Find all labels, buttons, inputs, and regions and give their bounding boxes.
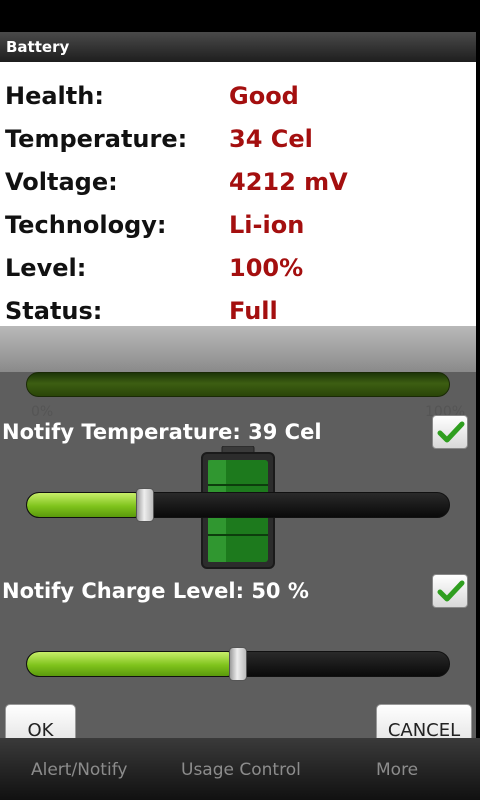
check-mark-icon [437, 580, 465, 602]
tab-alert-notify[interactable]: Alert/Notify [31, 760, 127, 780]
info-row-level: Level: 100% [0, 254, 476, 294]
tab-more[interactable]: More [376, 760, 418, 780]
level-value: 100% [229, 254, 304, 282]
notify-charge-label: Notify Charge Level: 50 % [2, 579, 309, 603]
temperature-value: 34 Cel [229, 125, 313, 153]
screen-edge [476, 32, 480, 800]
info-row-health: Health: Good [0, 82, 476, 122]
battery-info-panel: Health: Good Temperature: 34 Cel Voltage… [0, 62, 476, 326]
info-row-voltage: Voltage: 4212 mV [0, 168, 476, 208]
temperature-slider-track[interactable] [26, 492, 450, 518]
health-value: Good [229, 82, 299, 110]
level-label: Level: [5, 254, 87, 282]
temperature-slider-thumb[interactable] [135, 488, 154, 522]
technology-value: Li-ion [229, 211, 305, 239]
temperature-slider-fill [27, 493, 146, 517]
info-row-technology: Technology: Li-ion [0, 211, 476, 251]
dialog-title: Battery [0, 32, 476, 62]
temperature-label: Temperature: [5, 125, 188, 153]
charge-slider-thumb[interactable] [229, 647, 247, 681]
notify-temperature-label: Notify Temperature: 39 Cel [2, 420, 322, 444]
battery-level-bar [26, 372, 450, 397]
charge-slider-fill [27, 652, 239, 676]
tab-usage-control[interactable]: Usage Control [181, 760, 301, 780]
notify-charge-checkbox[interactable] [432, 574, 468, 608]
level-min-label: 0% [31, 404, 54, 420]
status-bar [0, 0, 480, 32]
technology-label: Technology: [5, 211, 167, 239]
voltage-value: 4212 mV [229, 168, 348, 196]
check-mark-icon [437, 421, 465, 443]
notify-temperature-checkbox[interactable] [432, 415, 468, 449]
health-label: Health: [5, 82, 104, 110]
info-row-temperature: Temperature: 34 Cel [0, 125, 476, 165]
status-label: Status: [5, 297, 103, 325]
status-value: Full [229, 297, 278, 325]
settings-header-strip [0, 326, 476, 372]
voltage-label: Voltage: [5, 168, 118, 196]
